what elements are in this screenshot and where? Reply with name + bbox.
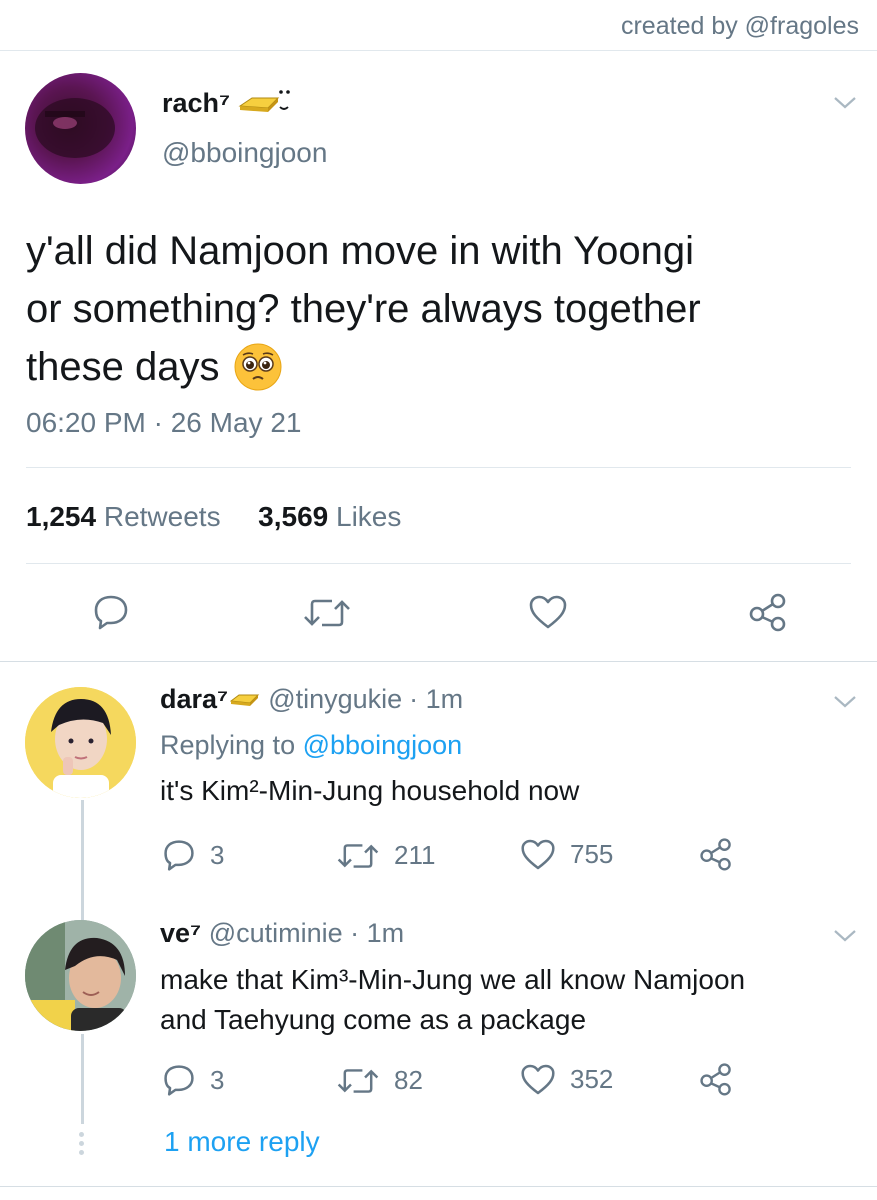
heart-icon	[521, 839, 555, 870]
more-replies-link[interactable]: 1 more reply	[164, 1126, 320, 1158]
display-name[interactable]: ve⁷	[160, 918, 201, 948]
reply-icon[interactable]	[92, 593, 130, 631]
reply-count: 3	[210, 839, 225, 870]
tweet-text-line: these days	[26, 345, 220, 389]
replying-to: Replying to @bboingjoon	[160, 730, 462, 761]
reply-count: 3	[210, 1064, 225, 1095]
chevron-down-icon[interactable]	[832, 694, 858, 710]
tweet-text-line: y'all did Namjoon move in with Yoongi	[26, 229, 695, 273]
reply-action[interactable]: 3	[162, 838, 224, 872]
retweet-count: 211	[394, 840, 436, 870]
reply-text-line: and Taehyung come as a package	[160, 1004, 587, 1035]
share-icon	[700, 838, 731, 871]
share-icon[interactable]	[747, 592, 789, 632]
divider	[26, 467, 851, 468]
like-action[interactable]: 755	[520, 838, 613, 871]
like-count: 352	[570, 1064, 614, 1094]
heart-icon	[521, 1064, 555, 1095]
tweet-text-line-with-emoji: these days	[26, 338, 856, 396]
display-name[interactable]: dara⁷	[160, 684, 228, 715]
like-count[interactable]: 3,569	[258, 501, 328, 532]
share-icon	[700, 1063, 731, 1096]
chevron-down-icon[interactable]	[832, 928, 858, 944]
retweet-count[interactable]: 1,254	[26, 501, 96, 532]
avatar-dara[interactable]	[25, 687, 136, 798]
reply-header: ve⁷ @cutiminie · 1m	[160, 918, 404, 949]
tweet-text-line: or something? they're always together	[26, 287, 701, 331]
tweet-timestamp[interactable]: 06:20 PM · 26 May 21	[26, 407, 301, 439]
reply-icon	[164, 1065, 194, 1096]
reply-time[interactable]: · 1m	[350, 918, 404, 948]
reply-text-line: make that Kim³-Min-Jung we all know Namj…	[160, 964, 746, 995]
avatar-photo	[35, 98, 115, 158]
avatar-rach[interactable]	[25, 73, 136, 184]
handle[interactable]: @bboingjoon	[162, 137, 327, 169]
bottom-divider	[0, 1186, 877, 1187]
retweet-icon[interactable]	[302, 596, 352, 630]
like-heart-icon[interactable]	[528, 594, 568, 630]
reply-icon	[164, 840, 194, 871]
tweet-stats: 1,254 Retweets 3,569 Likes	[26, 501, 401, 533]
avatar-ve[interactable]	[25, 920, 136, 1031]
chevron-down-icon[interactable]	[832, 95, 858, 111]
main-user-name-row: rach⁷	[162, 86, 298, 120]
replying-to-link[interactable]: @bboingjoon	[303, 730, 463, 760]
reply-time[interactable]: · 1m	[409, 684, 463, 715]
like-label[interactable]: Likes	[336, 501, 401, 532]
avatar-photo	[25, 687, 136, 798]
watermark-credit: created by @fragoles	[620, 12, 859, 40]
section-divider	[0, 661, 877, 662]
thread-line	[81, 800, 84, 920]
tweet-text: y'all did Namjoon move in with Yoongi or…	[26, 222, 856, 396]
like-action[interactable]: 352	[520, 1063, 613, 1096]
retweet-action[interactable]: 82	[336, 1065, 423, 1096]
top-divider	[0, 50, 877, 51]
pleading-face-emoji	[234, 343, 282, 391]
thread-dots	[79, 1132, 85, 1158]
retweet-icon	[337, 843, 379, 868]
retweet-label[interactable]: Retweets	[104, 501, 221, 532]
reply-text: make that Kim³-Min-Jung we all know Namj…	[160, 960, 745, 1040]
handle[interactable]: @tinygukie	[268, 684, 402, 715]
share-action[interactable]	[698, 1062, 734, 1096]
gold-bar-face-emoji-icon	[238, 90, 290, 112]
thread-line	[81, 1034, 84, 1124]
reply-text: it's Kim²-Min-Jung household now	[160, 775, 580, 806]
handle[interactable]: @cutiminie	[209, 918, 343, 948]
like-count: 755	[570, 839, 614, 869]
share-action[interactable]	[698, 837, 734, 871]
replying-prefix: Replying to	[160, 730, 296, 760]
display-name[interactable]: rach⁷	[162, 88, 230, 119]
reply-header: dara⁷ @tinygukie · 1m	[160, 684, 463, 715]
gold-bar-emoji-icon	[230, 694, 260, 706]
avatar-photo	[25, 920, 136, 1031]
retweet-count: 82	[394, 1065, 423, 1095]
retweet-action[interactable]: 211	[336, 840, 435, 871]
divider	[26, 563, 851, 564]
retweet-icon	[337, 1068, 379, 1093]
reply-action[interactable]: 3	[162, 1063, 224, 1097]
